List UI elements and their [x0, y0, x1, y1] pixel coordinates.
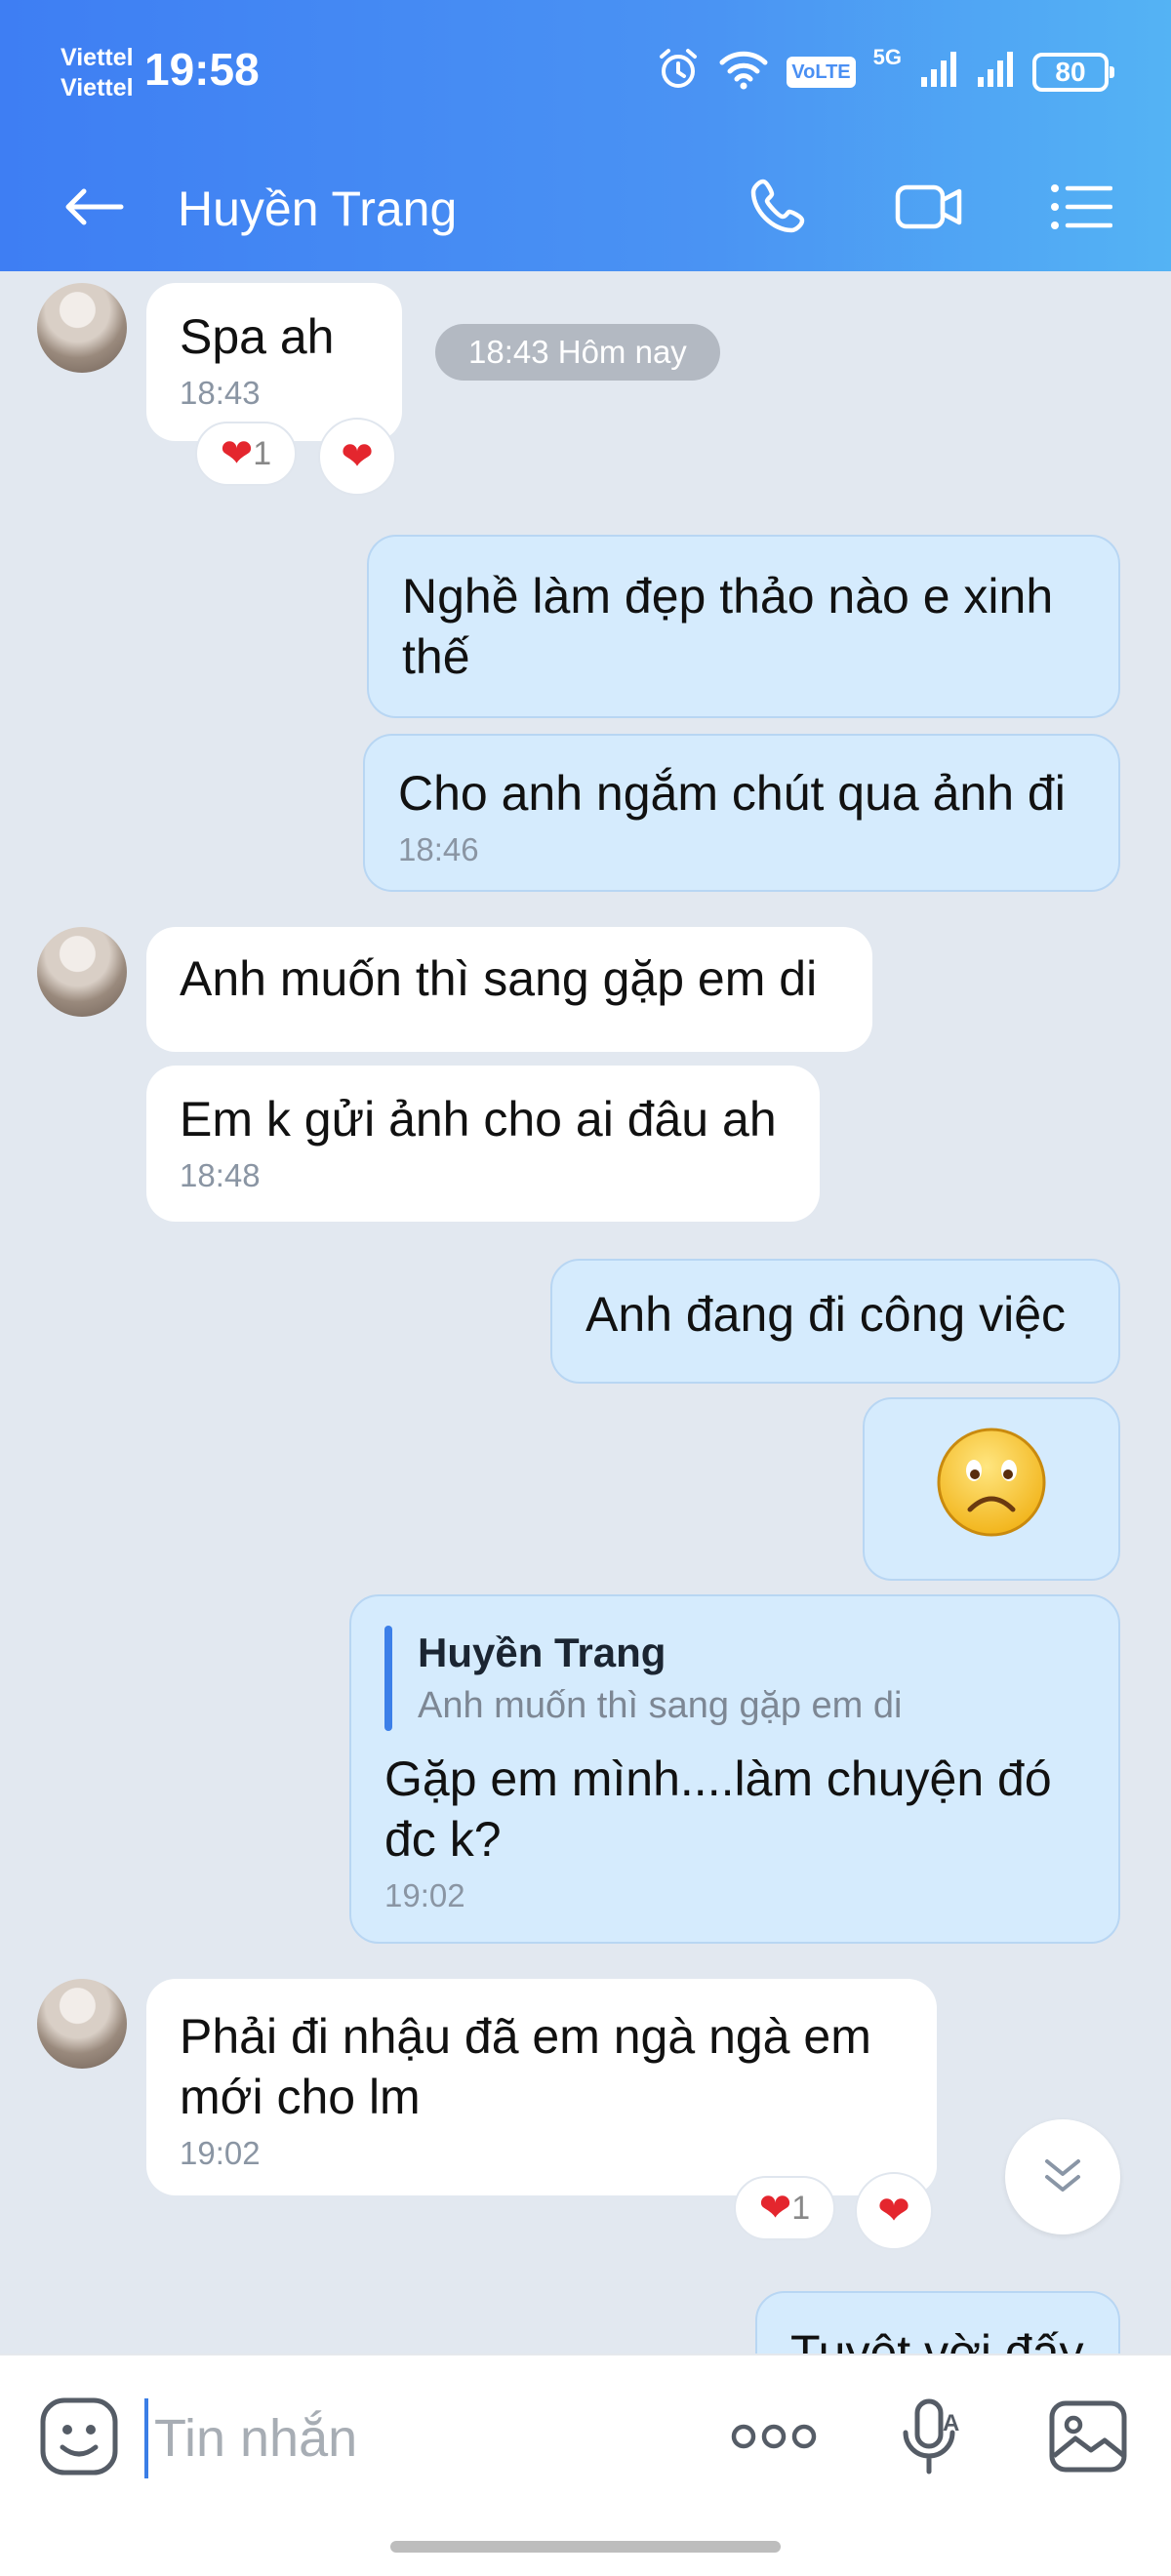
avatar[interactable] [37, 283, 127, 373]
back-button[interactable] [62, 170, 141, 248]
quote-author: Huyền Trang [418, 1630, 666, 1675]
video-camera-icon [895, 181, 963, 238]
avatar[interactable] [37, 1979, 127, 2069]
message-input[interactable]: Tin nhắn [144, 2398, 357, 2478]
double-chevron-down-icon [1039, 2152, 1086, 2203]
scroll-to-bottom-button[interactable] [1005, 2119, 1120, 2234]
message-bubble-incoming[interactable]: Anh muốn thì sang gặp em di [146, 927, 872, 1052]
voice-icon: A [900, 2395, 968, 2482]
reaction-count: 1 [791, 2189, 811, 2227]
more-button[interactable] [728, 2395, 820, 2482]
message-composer: Tin nhắn A [0, 2354, 1171, 2576]
call-button[interactable] [738, 170, 816, 248]
volte-badge: VoLTE [787, 56, 856, 88]
message-time: 18:48 [180, 1157, 261, 1193]
message-time: 19:02 [384, 1877, 465, 1913]
nav-bar: Huyền Trang [0, 146, 1171, 271]
quote-bar [384, 1626, 392, 1731]
message-text: Nghề làm đẹp thảo nào e xinh thế [402, 569, 1054, 684]
heart-icon: ❤ [220, 432, 254, 475]
home-indicator[interactable] [390, 2541, 781, 2553]
message-time: 18:46 [398, 831, 479, 867]
signal-icon-sim2 [976, 50, 1015, 94]
reaction-count: 1 [253, 434, 272, 472]
message-text: Tuyệt vời đấy [790, 2325, 1084, 2354]
message-bubble-incoming[interactable]: Em k gửi ảnh cho ai đâu ah 18:48 [146, 1066, 820, 1222]
message-time: 18:43 [180, 375, 261, 411]
sticker-button[interactable] [35, 2395, 123, 2482]
carrier-sim1: Viettel [61, 44, 134, 71]
message-bubble-incoming[interactable]: Phải đi nhậu đã em ngà ngà em mới cho lm… [146, 1979, 937, 2195]
message-text: Gặp em mình....làm chuyện đó đc k? [384, 1751, 1052, 1867]
menu-list-icon [1050, 182, 1113, 236]
react-button[interactable]: ❤ [855, 2172, 933, 2250]
video-call-button[interactable] [890, 170, 968, 248]
contact-name[interactable]: Huyền Trang [178, 170, 457, 248]
message-bubble-sticker[interactable] [863, 1397, 1120, 1581]
message-bubble-outgoing[interactable]: Nghề làm đẹp thảo nào e xinh thế [367, 535, 1120, 718]
phone-icon [746, 176, 808, 243]
carrier-label: Viettel Viettel [61, 43, 134, 103]
heart-icon: ❤ [758, 2187, 792, 2230]
battery-indicator: 80 [1032, 52, 1114, 92]
sad-face-icon [935, 1426, 1048, 1552]
image-icon [1048, 2399, 1128, 2478]
heart-icon: ❤ [341, 435, 374, 478]
react-button[interactable]: ❤ [318, 418, 396, 496]
date-separator: 18:43 Hôm nay [435, 324, 720, 381]
reaction-summary[interactable]: ❤ 1 [734, 2176, 835, 2240]
status-bar: Viettel Viettel 19:58 VoLTE 5G 80 [0, 0, 1171, 146]
svg-text:A: A [943, 2410, 959, 2436]
back-arrow-icon [62, 187, 125, 231]
signal-icon-sim1 [919, 50, 958, 94]
message-bubble-reply[interactable]: Huyền Trang Anh muốn thì sang gặp em di … [349, 1594, 1120, 1944]
quote-text: Anh muốn thì sang gặp em di [418, 1685, 903, 1726]
network-type: 5G [872, 45, 902, 69]
message-bubble-outgoing[interactable]: Cho anh ngắm chút qua ảnh đi 18:46 [363, 734, 1120, 892]
image-button[interactable] [1044, 2395, 1132, 2482]
message-bubble-outgoing[interactable]: Anh đang đi công việc [550, 1259, 1120, 1384]
message-text: Anh muốn thì sang gặp em di [180, 951, 818, 1006]
message-bubble-outgoing[interactable]: Tuyệt vời đấy [755, 2291, 1120, 2354]
heart-icon: ❤ [877, 2190, 910, 2233]
chat-header: Viettel Viettel 19:58 VoLTE 5G 80 Huyền … [0, 0, 1171, 271]
reaction-summary[interactable]: ❤ 1 [195, 422, 297, 486]
message-text: Anh đang đi công việc [586, 1287, 1067, 1342]
message-text: Em k gửi ảnh cho ai đâu ah [180, 1092, 777, 1147]
carrier-sim2: Viettel [61, 74, 134, 101]
more-icon [730, 2422, 818, 2456]
avatar[interactable] [37, 927, 127, 1017]
status-icons: VoLTE 5G 80 [656, 45, 1114, 97]
quoted-message[interactable]: Huyền Trang Anh muốn thì sang gặp em di [384, 1626, 1085, 1731]
sticker-icon [39, 2396, 119, 2481]
message-text: Phải đi nhậu đã em ngà ngà em mới cho lm [180, 2009, 871, 2124]
chat-messages[interactable]: Spa ah 18:43 18:43 Hôm nay ❤ 1 ❤ Nghề là… [0, 271, 1171, 2354]
message-text: Spa ah [180, 309, 335, 364]
voice-button[interactable]: A [890, 2395, 978, 2482]
alarm-icon [656, 47, 701, 97]
wifi-icon [718, 49, 769, 95]
message-time: 19:02 [180, 2135, 261, 2171]
status-clock: 19:58 [144, 44, 260, 95]
options-button[interactable] [1042, 170, 1120, 248]
message-text: Cho anh ngắm chút qua ảnh đi [398, 766, 1066, 821]
